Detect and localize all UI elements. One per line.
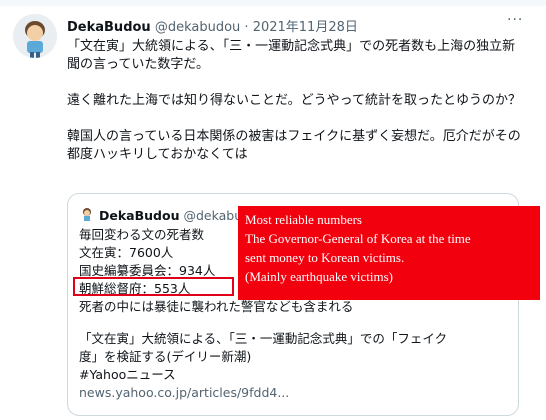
tweet-paragraph: 「文在寅」大統領による、「三・一運動記念式典」での死者数も上海の独立新聞の言って… [67,39,516,72]
article-title-line: 「文在寅」大統領による、「三・一運動記念式典」での「フェイク [79,331,448,346]
tweet-paragraph: 遠く離れた上海では知り得ないことだ。どうやって統計を取ったとゆうのか？ [67,93,521,108]
tweet-date[interactable]: 2021年11月28日 [253,20,358,35]
tweet-body: 「文在寅」大統領による、「三・一運動記念式典」での死者数も上海の独立新聞の言って… [67,38,527,182]
more-icon[interactable]: ··· [507,12,523,28]
quote-author-name: DekaBudou [99,208,180,223]
top-strip [0,0,546,6]
highlight-box [73,277,234,296]
article-link[interactable]: news.yahoo.co.jp/articles/9fdd4... [79,384,509,402]
separator: · [240,20,253,35]
tweet-header: DekaBudou @dekabudou · 2021年11月28日 [67,16,358,35]
annotation-line: Most reliable numbers [245,212,362,227]
annotation-callout: Most reliable numbers The Governor-Gener… [238,206,540,300]
quote-line: 死者の中には暴徒に襲われた警官なども含まれる [79,299,354,314]
author-handle[interactable]: @dekabudou [155,20,240,35]
annotation-line: The Governor-General of Korea at the tim… [245,231,471,246]
hashtag[interactable]: #Yahooニュース [79,366,509,384]
annotation-line: sent money to Korean victims. [245,250,405,265]
author-name[interactable]: DekaBudou [67,20,151,35]
article-title-line: 度」を検証する(デイリー新潮) [79,349,252,364]
quote-avatar [79,207,95,223]
tweet-paragraph: 韓国人の言っている日本関係の被害はフェイクに基ずく妄想だ。厄介だがその都度ハッキ… [67,129,521,162]
annotation-line: (Mainly earthquake victims) [245,269,394,284]
quote-header: DekaBudou @dekabudo [79,207,258,223]
avatar[interactable] [13,14,57,58]
